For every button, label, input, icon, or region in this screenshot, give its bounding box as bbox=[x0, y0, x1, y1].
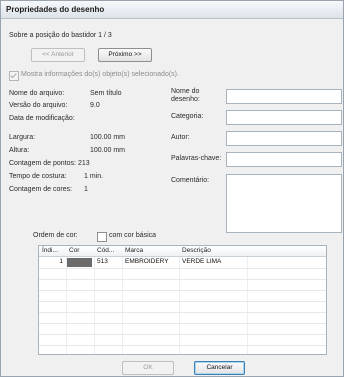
column-header-color[interactable]: Cor bbox=[66, 246, 95, 257]
file-version-label: Versão do arquivo: bbox=[9, 102, 68, 109]
sew-time-label: Tempo de costura: bbox=[9, 173, 67, 180]
file-name-value: Sem título bbox=[90, 90, 122, 97]
row-divider bbox=[39, 323, 326, 324]
ok-button[interactable]: OK bbox=[122, 361, 174, 375]
design-name-label-line2: desenho: bbox=[171, 96, 200, 103]
comment-input[interactable] bbox=[226, 174, 342, 233]
design-name-label-line1: Nome do bbox=[171, 88, 200, 95]
design-properties-window: Propriedades do desenho Sobre a posição … bbox=[0, 0, 344, 377]
column-divider bbox=[247, 257, 248, 354]
stitch-count-value: 213 bbox=[78, 160, 90, 167]
basic-color-label: com cor básica bbox=[109, 232, 157, 239]
row-divider bbox=[39, 312, 326, 313]
next-button[interactable]: Próximo >> bbox=[98, 48, 152, 62]
author-input[interactable] bbox=[226, 131, 342, 146]
color-count-label: Contagem de cores: bbox=[9, 186, 73, 193]
column-header-description[interactable]: Descrição bbox=[179, 246, 248, 257]
frame-position-text: Sobre a posição do bastidor 1 / 3 bbox=[9, 32, 112, 39]
color-order-label: Ordem de cor: bbox=[33, 232, 78, 239]
column-header-code[interactable]: Cód... bbox=[94, 246, 123, 257]
previous-button[interactable]: << Anterior bbox=[31, 48, 85, 62]
show-selected-checkbox[interactable] bbox=[9, 71, 19, 81]
show-selected-label: Mostra informações do(s) objeto(s) selec… bbox=[21, 71, 179, 78]
cancel-button[interactable]: Cancelar bbox=[194, 361, 245, 375]
height-label: Altura: bbox=[9, 147, 30, 154]
color-swatch bbox=[67, 258, 92, 267]
column-divider bbox=[179, 257, 180, 354]
category-input[interactable] bbox=[226, 110, 342, 125]
height-value: 100.00 mm bbox=[90, 147, 126, 154]
sew-time-value: 1 min. bbox=[84, 173, 104, 180]
row-divider bbox=[39, 279, 326, 280]
title-bar: Propriedades do desenho bbox=[1, 1, 343, 19]
modified-date-label: Data de modificação: bbox=[9, 115, 75, 122]
row-description: VERDE LIMA bbox=[182, 258, 222, 265]
window-title: Propriedades do desenho bbox=[6, 5, 105, 14]
comment-label: Comentário: bbox=[171, 177, 210, 184]
basic-color-checkbox[interactable] bbox=[97, 232, 107, 242]
column-header-brand[interactable]: Marca bbox=[122, 246, 180, 257]
keywords-label: Palavras-chave: bbox=[171, 155, 222, 162]
row-divider bbox=[39, 334, 326, 335]
row-brand: EMBROIDERY bbox=[125, 258, 169, 265]
keywords-input[interactable] bbox=[226, 152, 342, 167]
column-divider bbox=[122, 257, 123, 354]
row-index: 1 bbox=[59, 258, 63, 265]
file-version-value: 9.0 bbox=[90, 102, 100, 109]
row-divider bbox=[39, 290, 326, 291]
color-count-value: 1 bbox=[84, 186, 88, 193]
row-divider bbox=[39, 301, 326, 302]
author-label: Autor: bbox=[171, 134, 190, 141]
row-code: 513 bbox=[97, 258, 108, 265]
row-divider bbox=[39, 345, 326, 346]
width-value: 100.00 mm bbox=[90, 134, 126, 141]
column-divider bbox=[94, 257, 95, 354]
category-label: Categoria: bbox=[171, 113, 204, 120]
row-divider bbox=[39, 268, 326, 269]
color-table[interactable]: Índi... Cor Cód... Marca Descrição 1 513… bbox=[38, 245, 327, 355]
stitch-count-label: Contagem de pontos: bbox=[9, 160, 76, 167]
column-divider bbox=[66, 257, 67, 354]
file-name-label: Nome do arquivo: bbox=[9, 90, 65, 97]
design-name-input[interactable] bbox=[226, 89, 342, 104]
column-header-filler bbox=[247, 246, 326, 257]
width-label: Largura: bbox=[9, 134, 36, 141]
column-header-index[interactable]: Índi... bbox=[39, 246, 67, 257]
